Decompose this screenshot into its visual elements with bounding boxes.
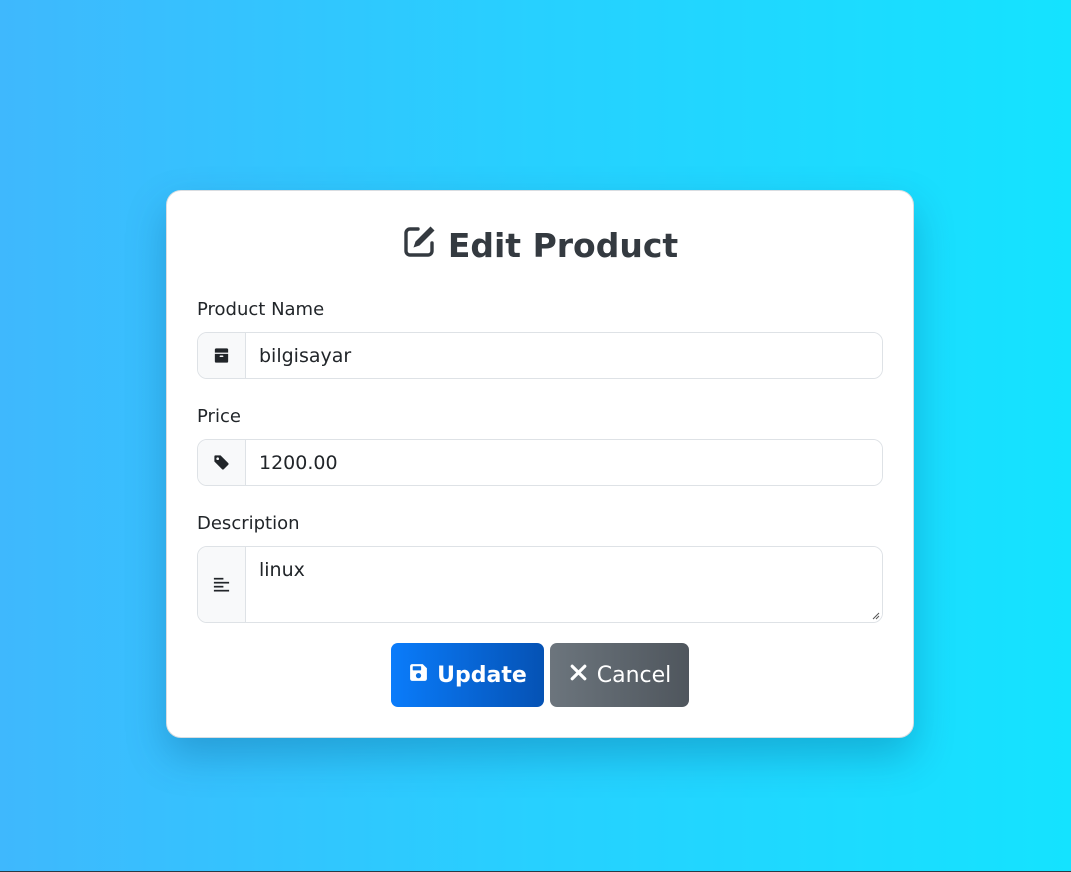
product-name-label: Product Name	[197, 299, 325, 320]
resize-grip-icon[interactable]	[870, 610, 880, 620]
page-title: Edit Product	[197, 191, 883, 267]
tag-icon	[198, 440, 246, 485]
page-title-text: Edit Product	[447, 225, 679, 265]
update-button-label: Update	[437, 662, 527, 688]
close-icon	[568, 662, 589, 689]
price-input[interactable]	[246, 440, 882, 485]
description-group: linux	[197, 546, 883, 623]
align-left-icon	[198, 547, 246, 622]
description-label: Description	[197, 513, 300, 534]
product-name-group	[197, 332, 883, 379]
description-textarea[interactable]: linux	[246, 547, 882, 622]
box-icon	[198, 333, 246, 378]
edit-icon	[402, 223, 438, 267]
update-button[interactable]: Update	[391, 643, 544, 707]
form-actions: Update Cancel	[197, 643, 883, 707]
edit-product-card: Edit Product Product Name Price Descript…	[166, 190, 914, 738]
price-label: Price	[197, 406, 241, 427]
cancel-button-label: Cancel	[596, 662, 672, 688]
price-group	[197, 439, 883, 486]
product-name-input[interactable]	[246, 333, 882, 378]
save-icon	[408, 662, 429, 689]
cancel-button[interactable]: Cancel	[550, 643, 689, 707]
